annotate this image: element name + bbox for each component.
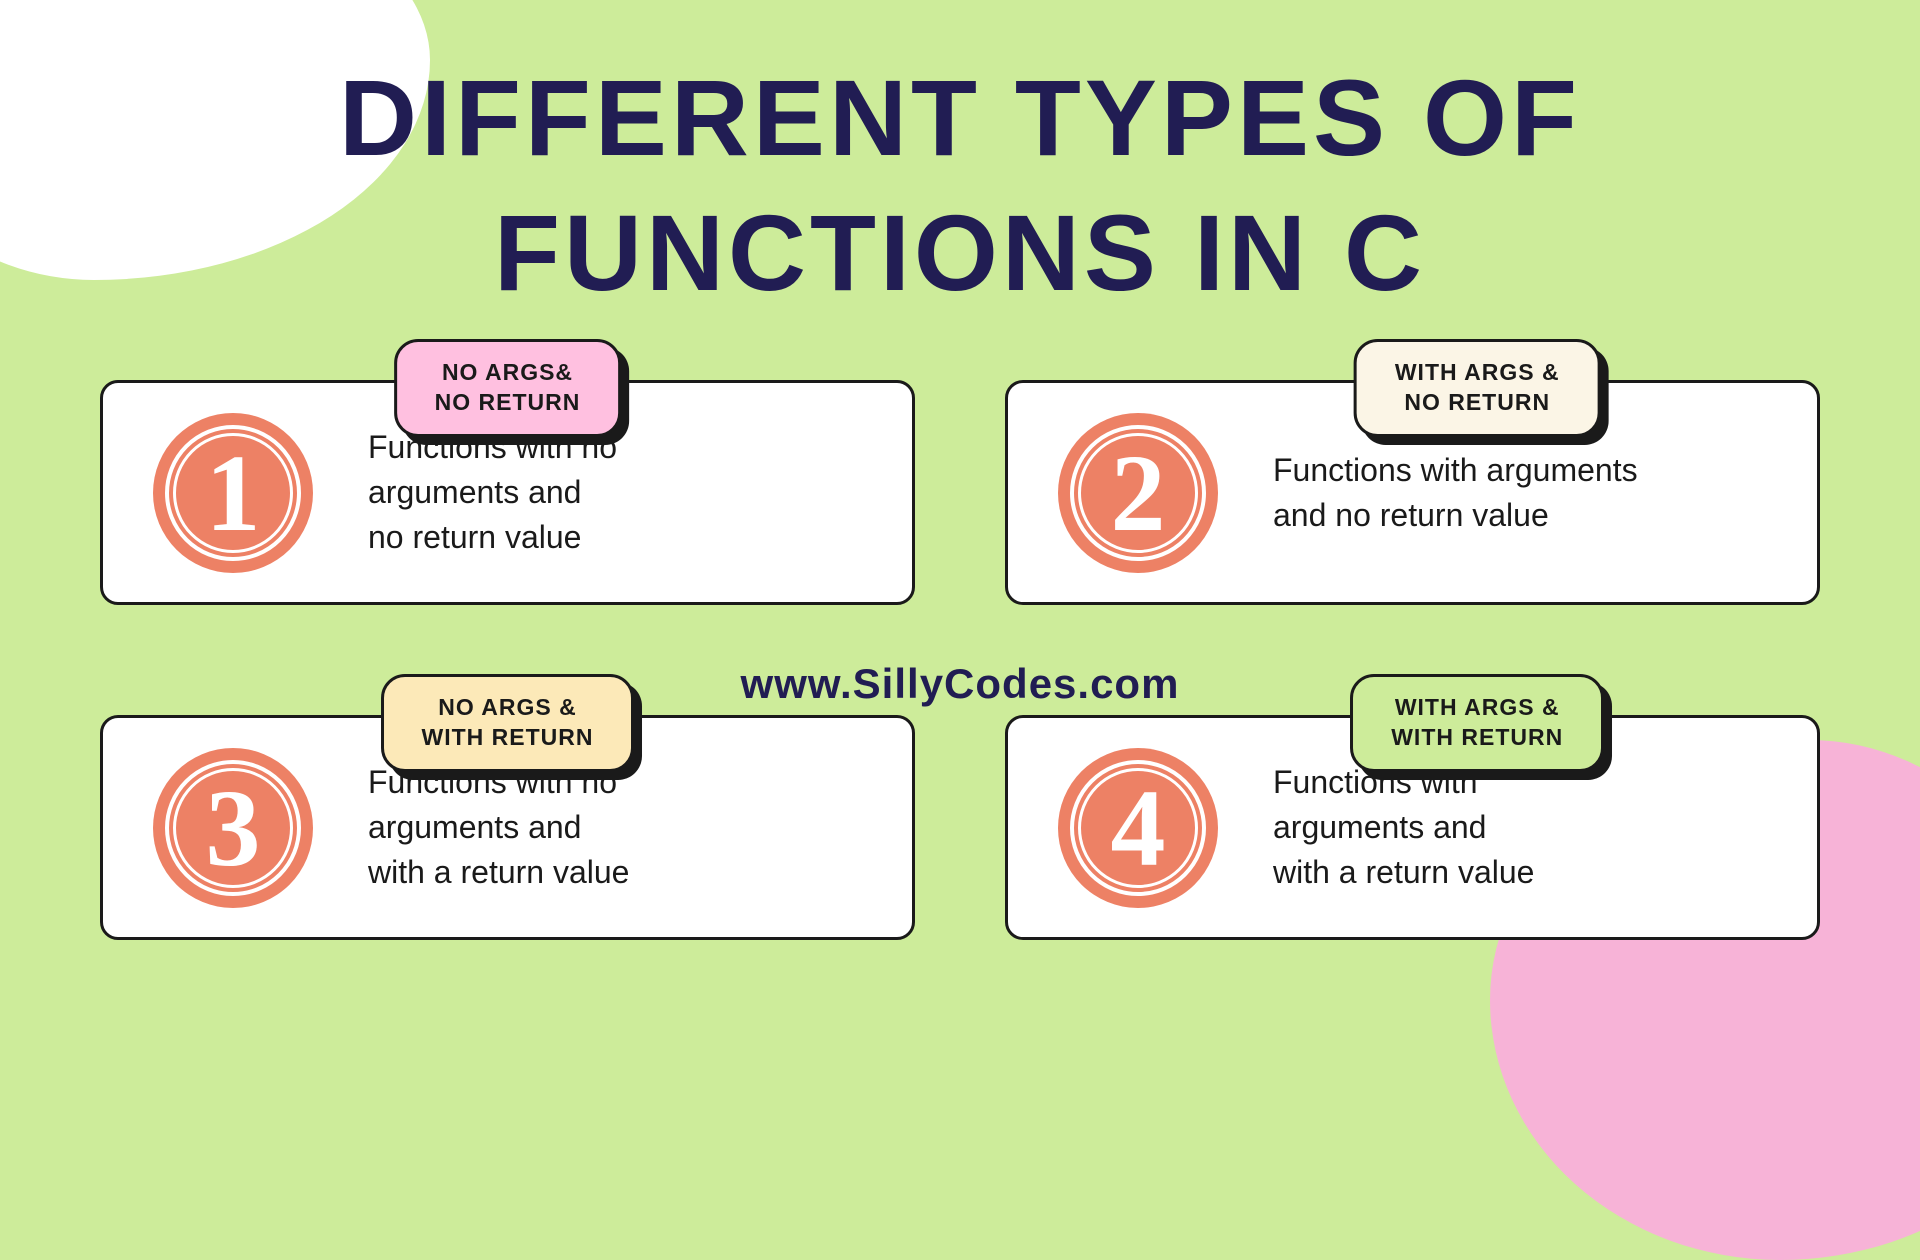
number-3: 3: [206, 773, 261, 883]
badge-2: WITH ARGS & NO RETURN: [1354, 339, 1601, 437]
website-url: www.SillyCodes.com: [741, 660, 1180, 708]
card-3: NO ARGS & WITH RETURN 3 Functions with n…: [100, 715, 915, 940]
card-2: WITH ARGS & NO RETURN 2 Functions with a…: [1005, 380, 1820, 605]
number-4: 4: [1111, 773, 1166, 883]
badge-wrap-2: WITH ARGS & NO RETURN: [1354, 339, 1601, 437]
badge-wrap-3: NO ARGS & WITH RETURN: [381, 674, 635, 772]
card-1: NO ARGS& NO RETURN 1 Functions with no a…: [100, 380, 915, 605]
number-circle-4: 4: [1058, 748, 1218, 908]
number-1: 1: [206, 438, 261, 548]
badge-1: NO ARGS& NO RETURN: [394, 339, 622, 437]
description-1: Functions with no arguments and no retur…: [368, 425, 617, 559]
badge-4: WITH ARGS & WITH RETURN: [1350, 674, 1604, 772]
number-circle-1: 1: [153, 413, 313, 573]
description-4: Functions with arguments and with a retu…: [1273, 760, 1534, 894]
number-2: 2: [1111, 438, 1166, 548]
badge-wrap-1: NO ARGS& NO RETURN: [394, 339, 622, 437]
number-circle-2: 2: [1058, 413, 1218, 573]
badge-wrap-4: WITH ARGS & WITH RETURN: [1350, 674, 1604, 772]
main-container: DIFFERENT TYPES OF FUNCTIONS IN C NO ARG…: [0, 0, 1920, 1080]
description-3: Functions with no arguments and with a r…: [368, 760, 629, 894]
description-2: Functions with arguments and no return v…: [1273, 448, 1638, 538]
number-circle-3: 3: [153, 748, 313, 908]
badge-3: NO ARGS & WITH RETURN: [381, 674, 635, 772]
card-4: WITH ARGS & WITH RETURN 4 Functions with…: [1005, 715, 1820, 940]
page-title: DIFFERENT TYPES OF FUNCTIONS IN C: [96, 50, 1824, 320]
